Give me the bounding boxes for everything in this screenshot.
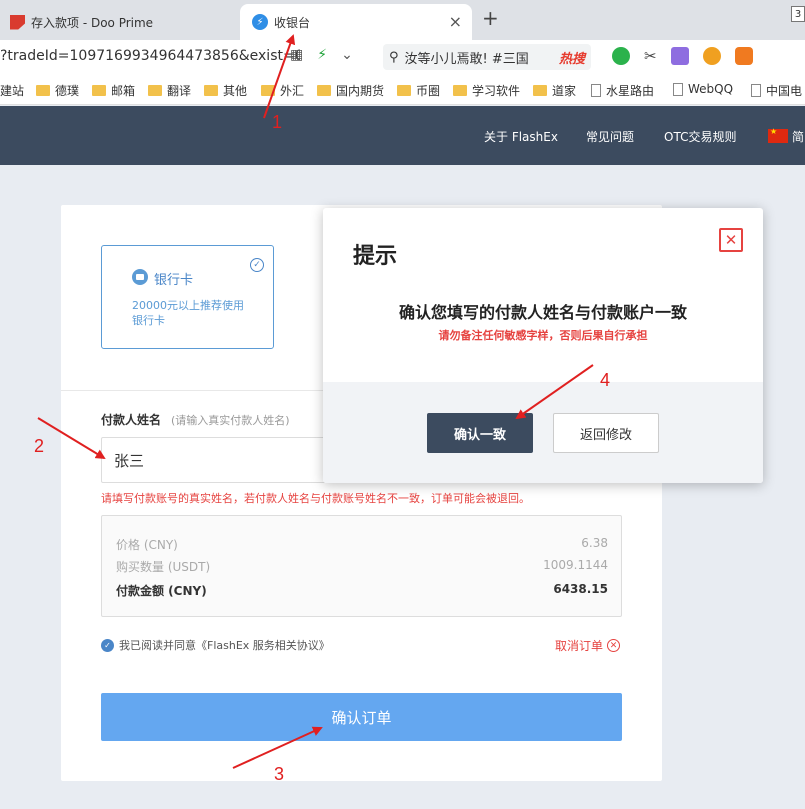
order-summary: 价格 (CNY) 6.38 购买数量 (USDT) 1009.1144 付款金额 (… bbox=[101, 515, 622, 617]
check-icon: ✓ bbox=[101, 638, 114, 652]
price-row: 价格 (CNY) 6.38 bbox=[116, 536, 608, 552]
address-bar: ?tradeId=1097169934964473856&exist=0 ▦ ⚡… bbox=[0, 40, 805, 73]
folder-icon bbox=[453, 85, 467, 96]
site-header: 关于 FlashEx 常见问题 OTC交易规则 简 bbox=[0, 106, 805, 165]
cancel-circle-icon: ✕ bbox=[607, 639, 621, 652]
tab-label: 收银台 bbox=[274, 15, 311, 30]
nav-language[interactable]: 简 bbox=[792, 128, 804, 145]
nav-faq[interactable]: 常见问题 bbox=[586, 128, 634, 145]
doo-prime-favicon-icon bbox=[10, 14, 25, 30]
folder-icon bbox=[317, 85, 331, 96]
dialog-title: 提示 bbox=[353, 244, 398, 269]
search-icon: ⚲ bbox=[389, 49, 399, 65]
payer-name-hint: (请输入真实付款人姓名) bbox=[171, 414, 290, 427]
bolt-icon[interactable]: ⚡ bbox=[317, 47, 327, 63]
selected-check-icon: ✓ bbox=[250, 258, 264, 272]
game-extension-icon[interactable] bbox=[734, 47, 753, 65]
folder-icon bbox=[148, 85, 162, 96]
chevron-down-icon[interactable]: ⌄ bbox=[341, 47, 353, 63]
scissors-icon[interactable]: ✂ bbox=[644, 47, 657, 65]
bookmark-item[interactable]: 学习软件 bbox=[453, 82, 520, 99]
payer-name-label: 付款人姓名 (请输入真实付款人姓名) bbox=[101, 413, 290, 427]
bookmark-item[interactable]: WebQQ bbox=[673, 82, 733, 96]
tab-label: 存入款项 - Doo Prime bbox=[31, 15, 154, 30]
bookmark-item[interactable]: 其他 bbox=[204, 82, 247, 99]
folder-icon bbox=[261, 85, 275, 96]
quantity-row: 购买数量 (USDT) 1009.1144 bbox=[116, 558, 608, 574]
payer-name-input[interactable] bbox=[101, 437, 361, 483]
new-tab-button[interactable]: + bbox=[482, 6, 499, 30]
page-icon bbox=[673, 82, 683, 96]
address-actions: ▦ ⚡ ⌄ bbox=[290, 47, 353, 63]
bank-card-desc: 20000元以上推荐使用银行卡 bbox=[132, 299, 244, 327]
folder-icon bbox=[204, 85, 218, 96]
dialog-back-button[interactable]: 返回修改 bbox=[553, 413, 659, 453]
bookmark-item[interactable]: 道家 bbox=[533, 82, 576, 99]
china-flag-icon[interactable] bbox=[768, 127, 788, 143]
dialog-confirm-button[interactable]: 确认一致 bbox=[427, 413, 533, 453]
annotation-label-3: 3 bbox=[274, 764, 285, 784]
bookmark-item[interactable]: 外汇 bbox=[261, 82, 304, 99]
extension-icons: ✂ bbox=[612, 47, 753, 65]
bookmark-item[interactable]: 国内期货 bbox=[317, 82, 384, 99]
bank-card-title: 银行卡 bbox=[154, 273, 194, 288]
dialog-message: 确认您填写的付款人姓名与付款账户一致 bbox=[398, 303, 687, 322]
bank-card-icon bbox=[132, 269, 148, 285]
tab-doo-prime[interactable]: 存入款项 - Doo Prime bbox=[10, 4, 235, 40]
flashex-favicon-icon: ⚡ bbox=[252, 14, 268, 30]
close-icon[interactable]: ✕ bbox=[719, 228, 743, 252]
close-tab-icon[interactable]: × bbox=[449, 12, 462, 31]
folder-icon bbox=[397, 85, 411, 96]
search-box[interactable]: ⚲ 汝等小儿焉敢! #三国 热搜 bbox=[383, 44, 591, 70]
payer-name-warning: 请填写付款账号的真实姓名，若付款人姓名与付款账号姓名不一致，订单可能会被退回。 bbox=[101, 492, 530, 505]
hot-search-badge: 热搜 bbox=[558, 51, 585, 67]
folder-icon bbox=[533, 85, 547, 96]
cancel-order-link[interactable]: 取消订单 ✕ bbox=[555, 637, 621, 654]
url-field[interactable]: ?tradeId=1097169934964473856&exist=0 bbox=[0, 48, 300, 64]
dialog-sub-message: 请勿备注任何敏感字样，否则后果自行承担 bbox=[438, 329, 648, 342]
annotation-label-2: 2 bbox=[34, 436, 45, 456]
bookmark-item[interactable]: 水星路由 bbox=[591, 82, 654, 99]
folder-icon bbox=[36, 85, 50, 96]
search-text: 汝等小儿焉敢! #三国 bbox=[404, 51, 529, 67]
confirm-dialog: 提示 ✕ 确认您填写的付款人姓名与付款账户一致 请勿备注任何敏感字样，否则后果自… bbox=[323, 208, 763, 483]
nav-otc-rules[interactable]: OTC交易规则 bbox=[664, 128, 736, 145]
window-count-button[interactable]: 3 bbox=[791, 6, 805, 22]
shield-extension-icon[interactable] bbox=[702, 47, 721, 65]
bookmark-item[interactable]: 邮箱 bbox=[92, 82, 135, 99]
page-icon bbox=[751, 84, 761, 97]
annotation-label-4: 4 bbox=[600, 370, 611, 390]
dialog-footer: 确认一致 返回修改 bbox=[323, 382, 763, 483]
wechat-extension-icon[interactable] bbox=[612, 47, 630, 65]
bank-card-option[interactable]: 银行卡 ✓ 20000元以上推荐使用银行卡 bbox=[101, 245, 274, 349]
bookmark-item[interactable]: 中国电 bbox=[751, 82, 802, 99]
annotation-label-1: 1 bbox=[272, 112, 283, 132]
bookmark-item[interactable]: 币圈 bbox=[397, 82, 440, 99]
bookmark-item[interactable]: 建站 bbox=[0, 82, 24, 99]
amount-row: 付款金额 (CNY) 6438.15 bbox=[116, 582, 608, 598]
translate-extension-icon[interactable] bbox=[670, 47, 689, 65]
browser-tabstrip: 存入款项 - Doo Prime ⚡ 收银台 × + 3 bbox=[0, 0, 805, 40]
page-icon bbox=[591, 84, 601, 97]
bookmarks-bar: 建站 德璞 邮箱 翻译 其他 外汇 国内期货 币圈 学习软件 道家 水星路由 W… bbox=[0, 73, 805, 105]
confirm-order-button[interactable]: 确认订单 bbox=[101, 693, 622, 741]
bookmark-item[interactable]: 德璞 bbox=[36, 82, 79, 99]
bookmark-item[interactable]: 翻译 bbox=[148, 82, 191, 99]
folder-icon bbox=[92, 85, 106, 96]
nav-about[interactable]: 关于 FlashEx bbox=[484, 128, 558, 145]
grid-icon[interactable]: ▦ bbox=[290, 47, 303, 63]
tab-cashier[interactable]: ⚡ 收银台 × bbox=[240, 4, 472, 40]
agreement-checkbox[interactable]: ✓ 我已阅读并同意《FlashEx 服务相关协议》 bbox=[101, 637, 330, 653]
